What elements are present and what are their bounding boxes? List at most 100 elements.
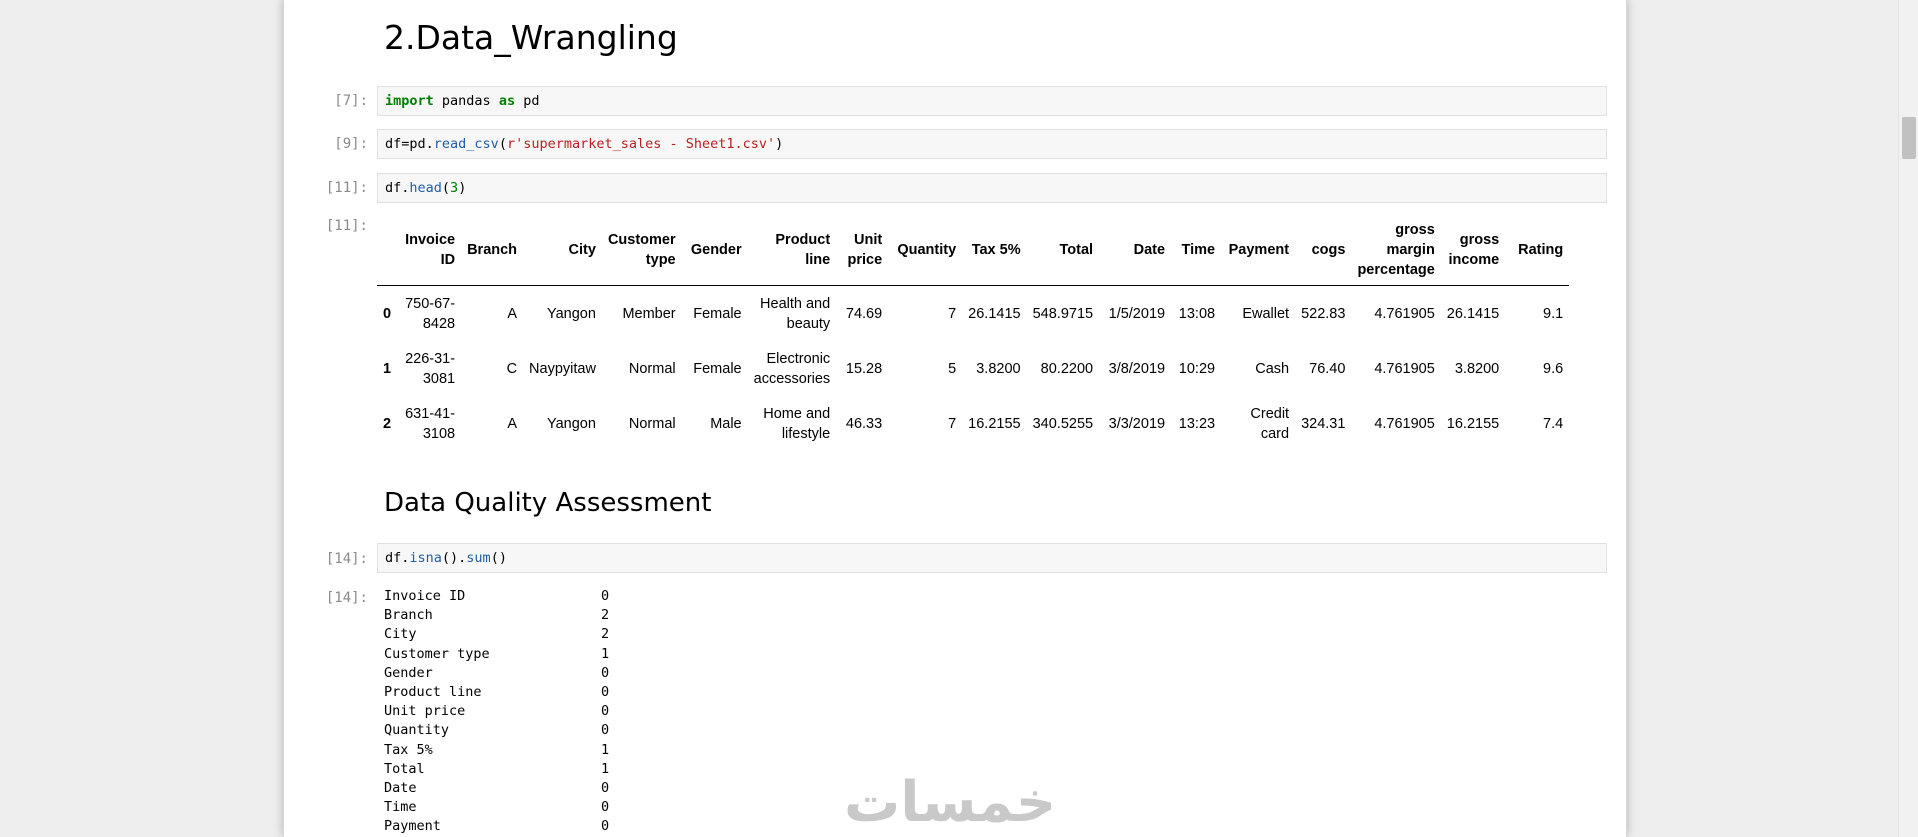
column-header: Time bbox=[1171, 215, 1222, 286]
cell-prompt: [14]: bbox=[325, 551, 368, 567]
code-cell-import[interactable]: import pandas as pd bbox=[377, 86, 1607, 116]
table-cell: 3.8200 bbox=[1454, 360, 1500, 377]
code-cell-isna-sum[interactable]: df.isna().sum() bbox=[377, 543, 1607, 573]
column-name: Payment bbox=[384, 818, 441, 835]
table-row: 2 631-41-3108 A Yangon Normal Male Home and li… bbox=[377, 396, 1569, 451]
column-name: Product line bbox=[384, 684, 482, 701]
cell-prompt: [11]: bbox=[325, 180, 368, 196]
column-header: Customer type bbox=[601, 215, 682, 286]
code-number: 3 bbox=[450, 180, 459, 196]
row-index: 2 bbox=[383, 415, 392, 432]
table-cell: Health and beauty bbox=[760, 295, 831, 332]
code-text: ) bbox=[775, 136, 784, 152]
column-header: Rating bbox=[1505, 215, 1570, 286]
missing-count: 0 bbox=[601, 818, 610, 835]
table-cell: 76.40 bbox=[1309, 360, 1346, 377]
missing-count: 0 bbox=[601, 780, 610, 797]
code-text: (). bbox=[441, 550, 467, 566]
column-name: Invoice ID bbox=[384, 588, 466, 604]
cell-prompt: [7]: bbox=[334, 93, 368, 109]
code-cell-read-csv[interactable]: df=pd.read_csv(r'supermarket_sales - She… bbox=[377, 129, 1607, 159]
table-cell: 15.28 bbox=[845, 360, 883, 377]
list-item: Quantity 0 bbox=[384, 721, 609, 740]
code-text: ) bbox=[458, 180, 467, 196]
code-text: ( bbox=[498, 136, 507, 152]
missing-count: 0 bbox=[601, 722, 610, 739]
output-prompt: [14]: bbox=[325, 590, 368, 606]
table-cell: 3/8/2019 bbox=[1108, 360, 1166, 377]
table-cell: 226-31-3081 bbox=[405, 350, 456, 387]
code-text: df=pd. bbox=[385, 136, 434, 152]
table-cell: A bbox=[507, 415, 518, 432]
isna-sum-output: Invoice ID 0 Branch 2 City 2 Customer type 1 Gen… bbox=[384, 587, 609, 837]
column-header: cogs bbox=[1295, 215, 1352, 286]
missing-count: 1 bbox=[601, 760, 610, 777]
table-cell: 26.1415 bbox=[968, 305, 1021, 322]
table-cell: 9.6 bbox=[1543, 360, 1564, 377]
list-item: Gender 0 bbox=[384, 664, 609, 683]
list-item: Tax 5% 1 bbox=[384, 741, 609, 760]
list-item: Customer type 1 bbox=[384, 645, 609, 664]
dataframe-table: Invoice ID Branch City Customer type Gender P… bbox=[377, 215, 1570, 451]
page-scrollbar[interactable] bbox=[1898, 0, 1918, 837]
column-name: Quantity bbox=[384, 722, 450, 739]
list-item: Payment 0 bbox=[384, 817, 609, 836]
column-header: Product line bbox=[747, 215, 837, 286]
heading-data-wrangling: 2.Data_Wrangling bbox=[384, 18, 678, 57]
table-cell: 10:29 bbox=[1178, 360, 1216, 377]
list-item: City 2 bbox=[384, 625, 609, 644]
missing-count: 1 bbox=[601, 645, 610, 662]
row-index: 1 bbox=[383, 360, 392, 377]
table-cell: 7.4 bbox=[1543, 415, 1564, 432]
table-cell: 9.1 bbox=[1543, 305, 1564, 322]
code-text: pandas bbox=[433, 93, 499, 109]
table-cell: Yangon bbox=[547, 415, 596, 432]
column-header: City bbox=[523, 215, 602, 286]
table-cell: 5 bbox=[948, 360, 957, 377]
column-header: Date bbox=[1099, 215, 1172, 286]
column-header: Tax 5% bbox=[962, 215, 1027, 286]
table-cell: 4.761905 bbox=[1374, 305, 1435, 322]
scrollbar-thumb[interactable] bbox=[1902, 117, 1916, 159]
table-header-row: Invoice ID Branch City Customer type Gender P… bbox=[377, 215, 1570, 286]
watermark-logo: خمسات bbox=[844, 770, 1057, 835]
table-cell: Yangon bbox=[547, 305, 596, 322]
missing-count: 0 bbox=[601, 703, 610, 720]
column-name: Customer type bbox=[384, 645, 490, 662]
code-function: isna bbox=[409, 550, 442, 566]
list-item: Product line 0 bbox=[384, 683, 609, 702]
table-cell: Member bbox=[622, 305, 676, 322]
table-cell: 750-67-8428 bbox=[405, 295, 456, 332]
code-string: r'supermarket_sales - Sheet1.csv' bbox=[506, 136, 776, 152]
list-item: Unit price 0 bbox=[384, 702, 609, 721]
index-header bbox=[377, 215, 398, 286]
table-cell: Ewallet bbox=[1242, 305, 1290, 322]
missing-count: 0 bbox=[601, 588, 610, 604]
list-item: Branch 2 bbox=[384, 606, 609, 625]
table-cell: 1/5/2019 bbox=[1108, 305, 1166, 322]
column-header: Gender bbox=[681, 215, 748, 286]
output-prompt: [11]: bbox=[325, 218, 368, 234]
table-cell: Normal bbox=[628, 360, 676, 377]
missing-count: 2 bbox=[601, 607, 610, 624]
table-cell: 3/3/2019 bbox=[1108, 415, 1166, 432]
table-cell: 4.761905 bbox=[1374, 415, 1435, 432]
column-header: Payment bbox=[1221, 215, 1296, 286]
table-cell: 340.5255 bbox=[1032, 415, 1094, 432]
column-name: Tax 5% bbox=[384, 741, 433, 758]
table-cell: 26.1415 bbox=[1446, 305, 1500, 322]
table-cell: 548.9715 bbox=[1032, 305, 1094, 322]
table-cell: 7 bbox=[948, 305, 957, 322]
code-text: df. bbox=[385, 180, 410, 196]
column-header: Total bbox=[1026, 215, 1100, 286]
table-cell: 74.69 bbox=[845, 305, 883, 322]
table-cell: Electronic accessories bbox=[753, 350, 831, 387]
column-name: Total bbox=[384, 760, 425, 777]
code-function: read_csv bbox=[433, 136, 499, 152]
column-name: Branch bbox=[384, 607, 433, 624]
column-name: Gender bbox=[384, 664, 433, 681]
missing-count: 0 bbox=[601, 664, 610, 681]
table-cell: Home and lifestyle bbox=[763, 405, 831, 442]
column-name: Time bbox=[384, 799, 417, 816]
code-cell-head[interactable]: df.head(3) bbox=[377, 173, 1607, 203]
